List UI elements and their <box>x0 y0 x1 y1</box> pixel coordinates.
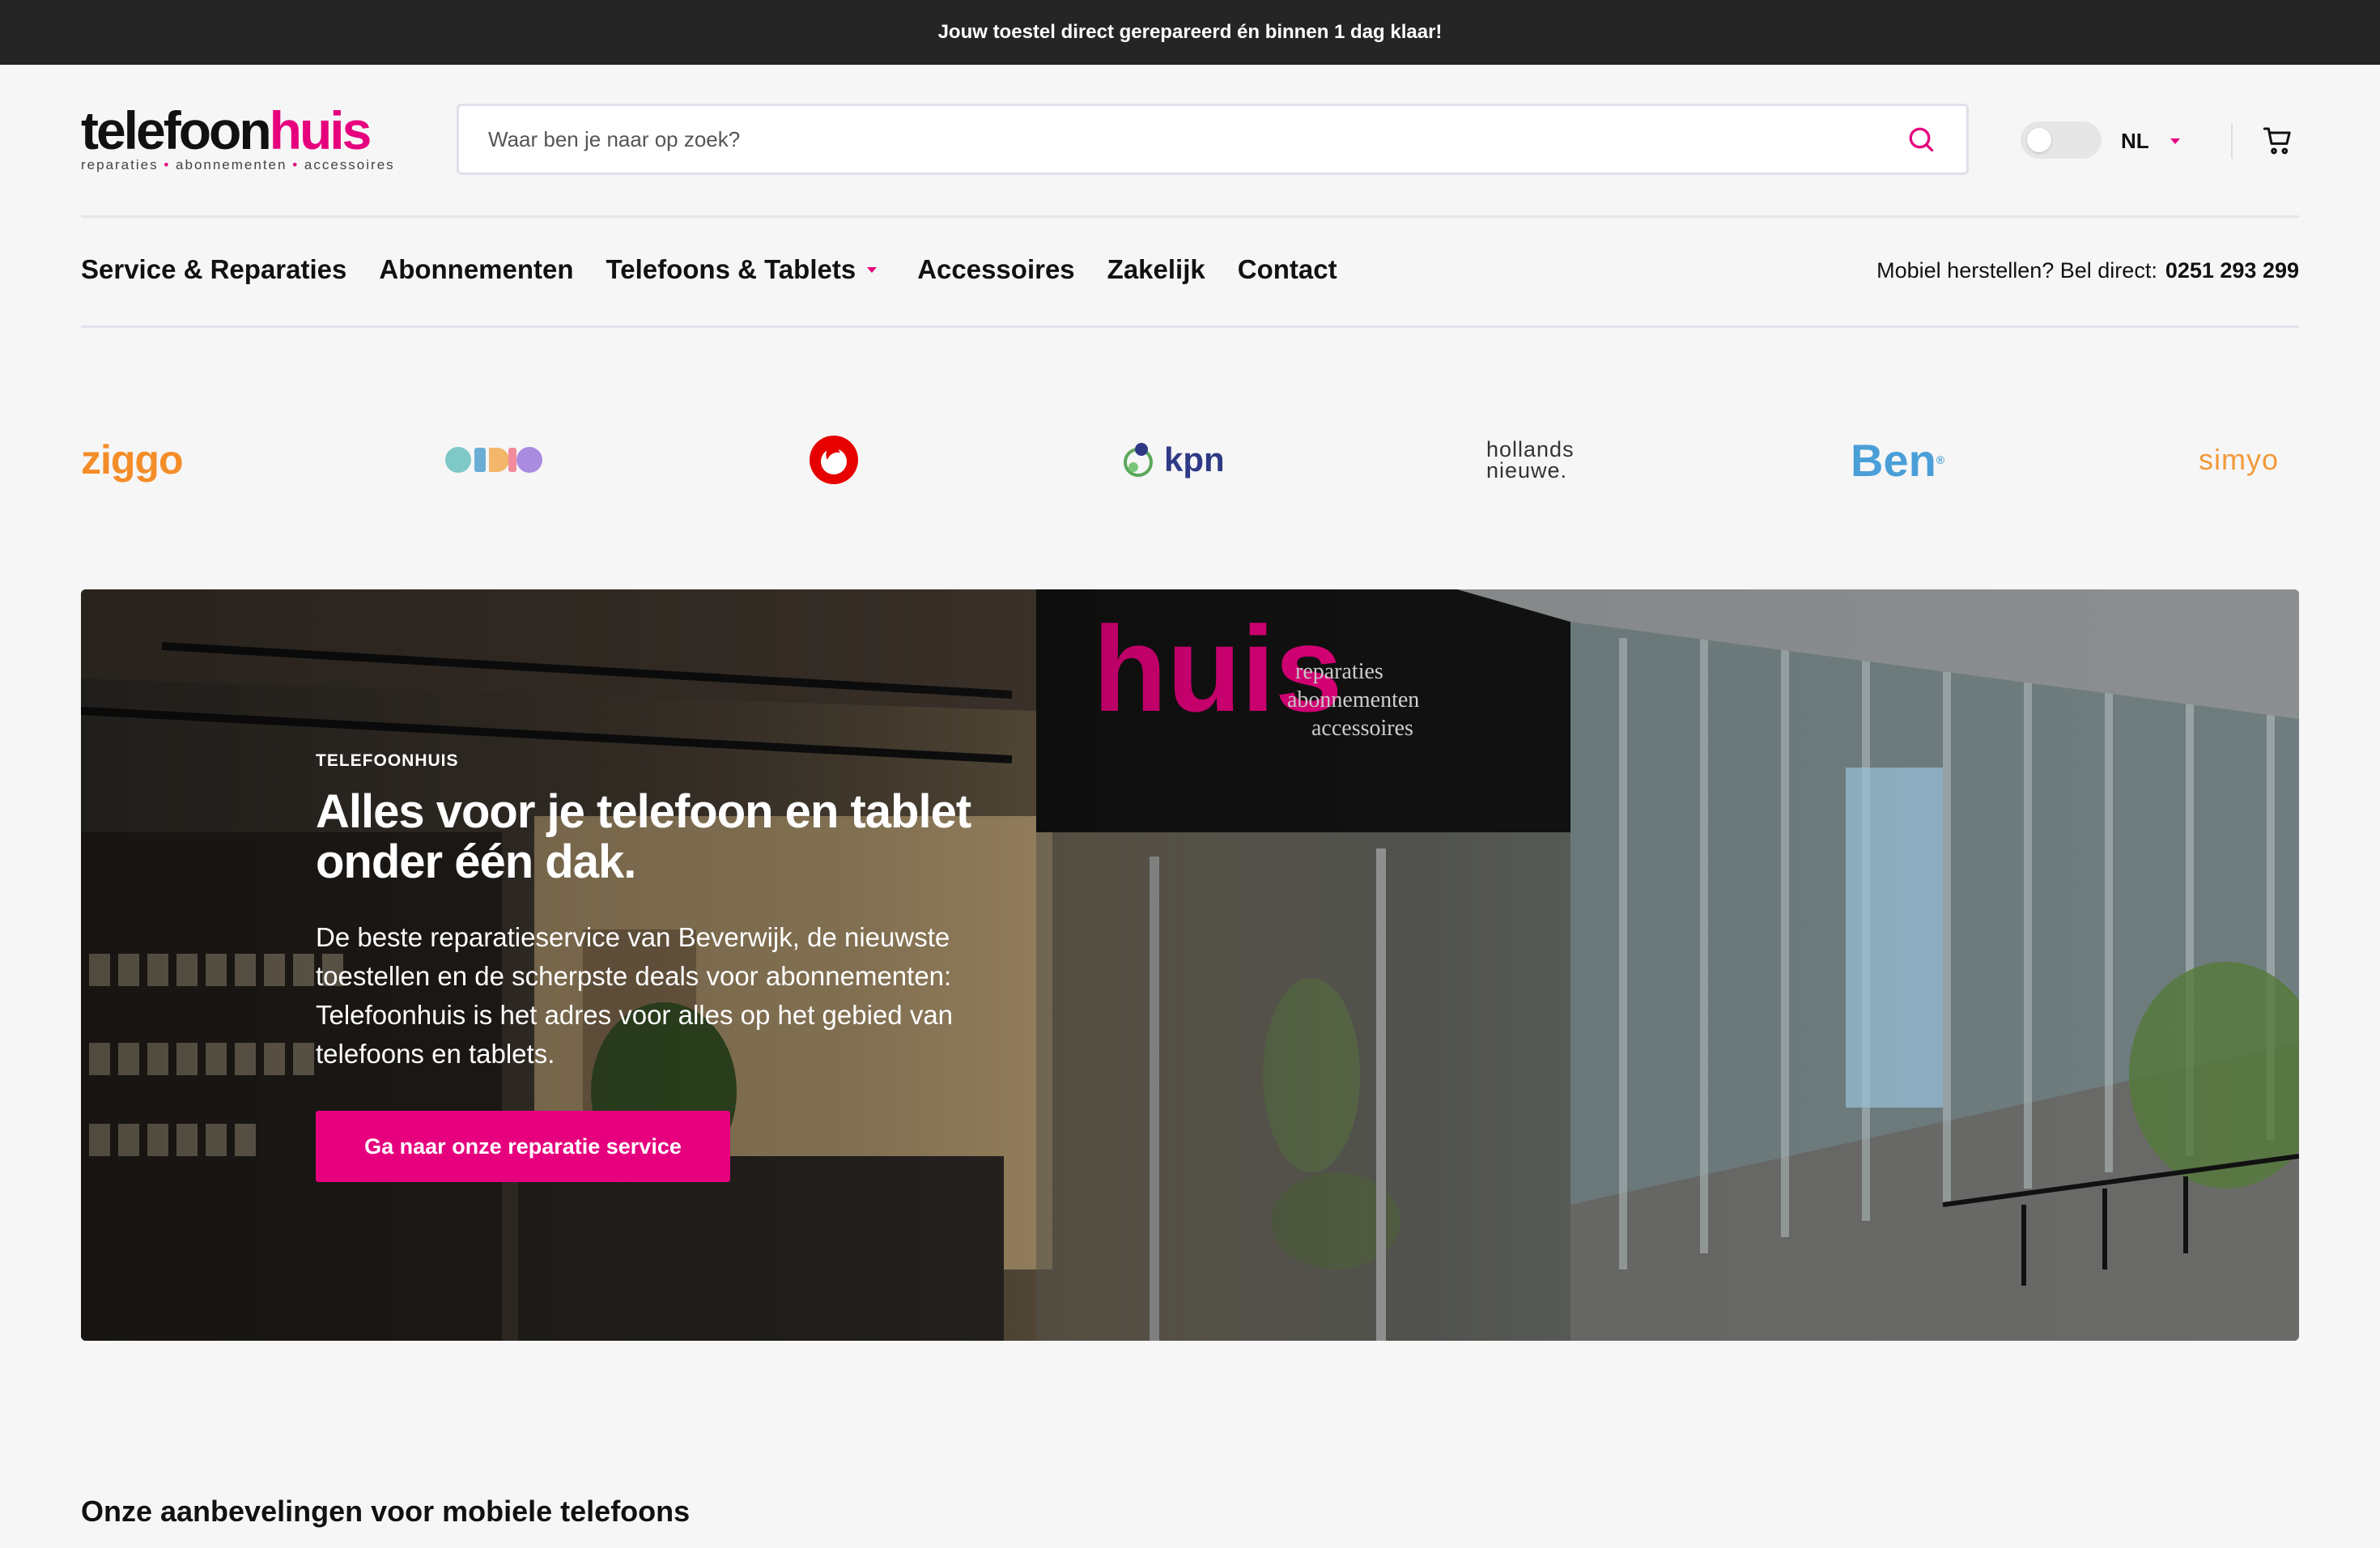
nav-item-zakelijk[interactable]: Zakelijk <box>1107 254 1205 285</box>
logo-text-dark: telefoon <box>81 100 272 160</box>
hero-eyebrow: TELEFOONHUIS <box>316 751 459 770</box>
theme-toggle[interactable] <box>2021 121 2102 159</box>
nav-bottom-divider <box>81 325 2299 328</box>
chevron-down-icon <box>2170 138 2180 144</box>
hero-description: De beste reparatieservice van Beverwijk,… <box>316 922 954 1069</box>
partner-logo-vodafone[interactable] <box>806 429 861 491</box>
announcement-bar: Jouw toestel direct gerepareerd én binne… <box>0 0 2380 65</box>
language-selector[interactable]: NL <box>2121 125 2180 157</box>
phone-line: Mobiel herstellen? Bel direct: 0251 293 … <box>1876 254 2299 287</box>
site-logo[interactable]: telefoonhuis reparaties • abonnementen •… <box>81 104 408 172</box>
nav-item-service-reparaties[interactable]: Service & Reparaties <box>81 254 346 285</box>
search-bar <box>457 104 1969 175</box>
partner-logo-kpn[interactable]: kpn <box>1122 429 1225 491</box>
language-label: NL <box>2121 128 2149 153</box>
partner-logo-ben[interactable]: Ben ® <box>1851 429 1944 491</box>
phone-number-link[interactable]: 0251 293 299 <box>2165 258 2299 283</box>
nav-item-telefoons-tablets[interactable]: Telefoons & Tablets <box>606 254 878 285</box>
divider <box>2231 123 2233 159</box>
cart-icon[interactable] <box>2262 125 2294 157</box>
partner-logo-hollandsnieuwe[interactable]: hollands nieuwe. <box>1486 429 1575 491</box>
logo-tagline: reparaties • abonnementen • accessoires <box>81 157 395 172</box>
hero-banner: huis reparaties abonnementen accessoires <box>81 589 2299 1341</box>
nav-item-accessoires[interactable]: Accessoires <box>917 254 1074 285</box>
search-input[interactable] <box>488 126 1905 152</box>
nav-top-divider <box>81 215 2299 218</box>
hero-content: TELEFOONHUIS Alles voor je telefoon en t… <box>316 751 1060 1182</box>
nav-item-abonnementen[interactable]: Abonnementen <box>379 254 573 285</box>
section-title-recommendations: Onze aanbevelingen voor mobiele telefoon… <box>81 1495 691 1528</box>
hero-title: Alles voor je telefoon en tablet onder é… <box>316 785 971 888</box>
main-nav: Service & Reparaties Abonnementen Telefo… <box>81 249 1337 290</box>
partner-logo-ziggo[interactable]: ziggo <box>81 429 184 491</box>
search-icon[interactable] <box>1905 123 1937 155</box>
partner-logo-odido[interactable] <box>444 429 544 491</box>
toggle-knob <box>2027 128 2051 152</box>
chevron-down-icon <box>867 266 878 273</box>
announcement-text: Jouw toestel direct gerepareerd én binne… <box>937 21 1443 43</box>
nav-item-contact[interactable]: Contact <box>1238 254 1337 285</box>
phone-label: Mobiel herstellen? Bel direct: <box>1876 257 2157 283</box>
repair-service-button[interactable]: Ga naar onze reparatie service <box>316 1111 730 1182</box>
logo-text-pink: huis <box>269 100 372 160</box>
partner-logo-simyo[interactable]: simyo <box>2199 429 2279 491</box>
